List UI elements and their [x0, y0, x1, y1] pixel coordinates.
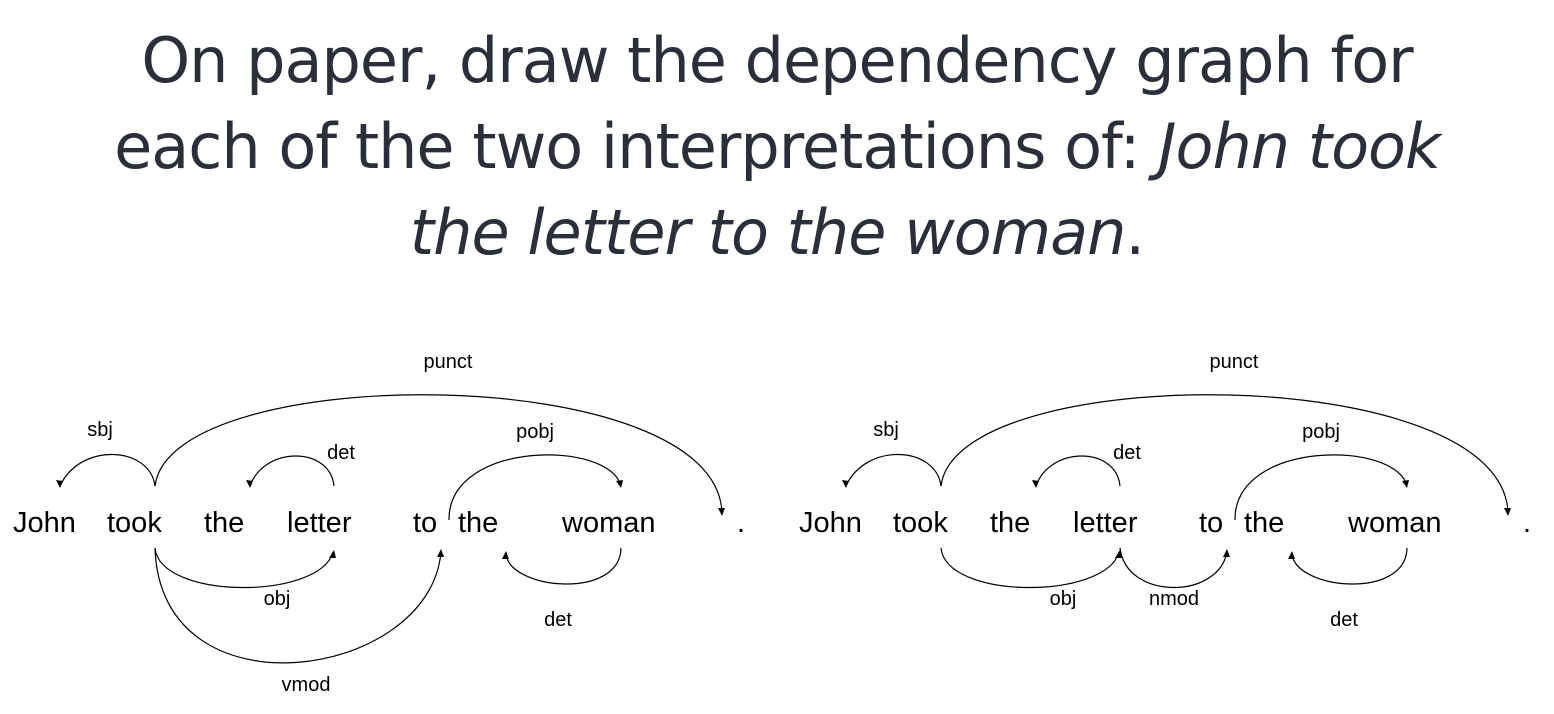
g2-label-det-2: det	[1330, 609, 1358, 631]
g2-arrowhead-nmod	[1223, 549, 1230, 557]
g2-word-period: .	[1523, 507, 1531, 539]
g2-word-the-2: the	[1244, 507, 1284, 539]
g2-arrowhead-det	[1032, 480, 1039, 488]
g2-label-punct: punct	[1210, 351, 1259, 373]
g1-arrowhead-sbj	[56, 480, 63, 488]
g1-arrowhead-punct	[718, 508, 725, 516]
g1-word-woman: woman	[561, 507, 656, 539]
g2-word-to: to	[1199, 507, 1223, 539]
slide-title: On paper, draw the dependency graph for …	[0, 18, 1554, 276]
g2-word-took: took	[893, 507, 948, 539]
g1-arc-vmod	[154, 547, 442, 664]
g1-word-the: the	[204, 507, 244, 539]
title-line-1: On paper, draw the dependency graph for	[141, 24, 1413, 97]
g1-label-sbj: sbj	[87, 419, 113, 441]
g2-label-sbj: sbj	[873, 419, 899, 441]
g1-arc-det-2	[505, 547, 622, 585]
g2-label-det: det	[1113, 442, 1141, 464]
title-line-3: the letter to the woman.	[409, 196, 1145, 269]
g2-arrowhead-pobj	[1402, 480, 1409, 488]
g2-word-letter: letter	[1073, 507, 1138, 539]
g2-arrowhead-det-2	[1288, 551, 1295, 559]
g1-label-obj: obj	[264, 588, 291, 610]
g1-word-took: took	[107, 507, 162, 539]
dependency-graph-1: John took the letter to the woman . sbj …	[13, 351, 745, 696]
g2-word-the: the	[990, 507, 1030, 539]
dependency-graph-2: John took the letter to the woman . sbj …	[799, 351, 1531, 631]
g1-arrowhead-obj	[329, 550, 336, 558]
g1-word-john: John	[13, 507, 76, 539]
g1-word-to: to	[413, 507, 437, 539]
g1-word-letter: letter	[287, 507, 352, 539]
g2-word-john: John	[799, 507, 862, 539]
g1-word-period: .	[737, 507, 745, 539]
example-sentence-part-2: the letter to the woman	[409, 196, 1127, 269]
g1-arrowhead-det-2	[502, 551, 509, 559]
g1-label-vmod: vmod	[282, 674, 331, 696]
g1-arrowhead-vmod	[437, 549, 444, 557]
g2-arc-det	[1035, 455, 1121, 487]
g1-label-det: det	[327, 442, 355, 464]
g1-arc-obj	[154, 547, 334, 589]
g1-label-punct: punct	[424, 351, 473, 373]
g2-arc-det-2	[1291, 547, 1408, 585]
g2-label-pobj: pobj	[1302, 421, 1340, 443]
g1-arc-det	[249, 455, 335, 487]
g1-arc-sbj	[59, 453, 156, 487]
g2-label-nmod: nmod	[1149, 588, 1199, 610]
g2-arrowhead-sbj	[842, 480, 849, 488]
g2-word-woman: woman	[1347, 507, 1442, 539]
g1-arrowhead-pobj	[616, 480, 623, 488]
g1-label-det-2: det	[544, 609, 572, 631]
example-sentence-part-1: John took	[1158, 110, 1441, 183]
g2-arc-obj	[940, 547, 1120, 589]
title-line-2: each of the two interpretations of: John…	[114, 110, 1441, 183]
g1-arc-punct	[154, 394, 723, 515]
g2-arc-punct	[940, 394, 1509, 515]
g1-word-the-2: the	[458, 507, 498, 539]
g2-arrowhead-punct	[1504, 508, 1511, 516]
g2-arc-sbj	[845, 453, 942, 487]
g2-label-obj: obj	[1050, 588, 1077, 610]
g2-arc-nmod	[1119, 547, 1228, 589]
dependency-graphs: John took the letter to the woman . sbj …	[13, 351, 1531, 696]
g1-label-pobj: pobj	[516, 421, 554, 443]
g1-arrowhead-det	[246, 480, 253, 488]
